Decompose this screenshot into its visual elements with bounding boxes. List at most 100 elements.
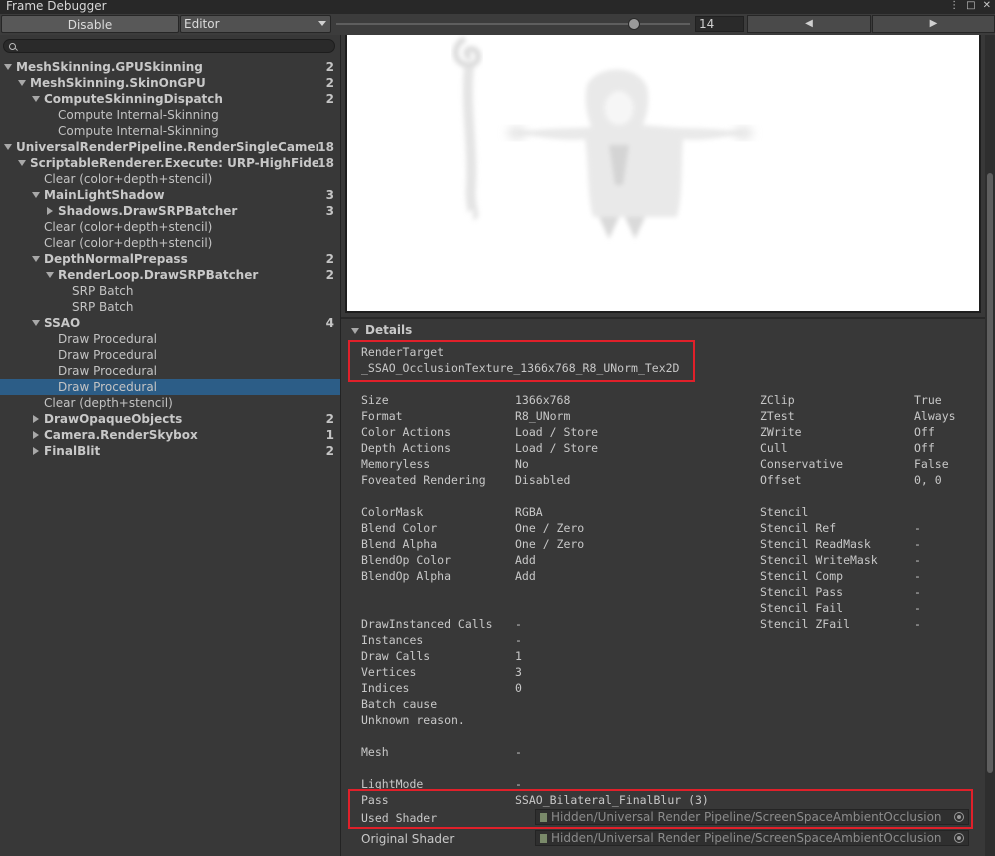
vertical-scrollbar[interactable] xyxy=(985,35,995,856)
foldout-open-icon[interactable] xyxy=(18,160,26,166)
tree-row[interactable]: Draw Procedural xyxy=(0,379,340,395)
property-value: 1366x768 xyxy=(515,393,571,407)
tree-row[interactable]: MeshSkinning.SkinOnGPU 2 xyxy=(0,75,340,91)
tree-row-count: 2 xyxy=(325,252,334,266)
foldout-closed-icon[interactable] xyxy=(33,415,39,423)
tree-row-label: RenderLoop.DrawSRPBatcher xyxy=(58,268,259,282)
tree-row-label: UniversalRenderPipeline.RenderSingleCame… xyxy=(16,140,318,154)
property-value: 3 xyxy=(515,665,522,679)
property-label: Cull xyxy=(760,441,788,455)
tree-row-label: Compute Internal-Skinning xyxy=(58,124,219,138)
original-shader-field[interactable]: Hidden/Universal Render Pipeline/ScreenS… xyxy=(535,830,969,846)
foldout-open-icon[interactable] xyxy=(18,80,26,86)
maximize-icon[interactable]: □ xyxy=(966,0,975,14)
tree-row-label: Clear (color+depth+stencil) xyxy=(44,172,213,186)
tree-row-label: MeshSkinning.SkinOnGPU xyxy=(30,76,206,90)
tree-row-label: Camera.RenderSkybox xyxy=(44,428,198,442)
tree-row[interactable]: Compute Internal-Skinning xyxy=(0,107,340,123)
property-value: R8_UNorm xyxy=(515,409,571,423)
tree-row-label: Shadows.DrawSRPBatcher xyxy=(58,204,238,218)
tree-row-label: ScriptableRenderer.Execute: URP-HighFide… xyxy=(30,156,318,170)
tree-row-label: Compute Internal-Skinning xyxy=(58,108,219,122)
tree-row[interactable]: Clear (color+depth+stencil) xyxy=(0,171,340,187)
foldout-closed-icon[interactable] xyxy=(47,207,53,215)
render-preview xyxy=(347,35,979,311)
previous-event-button[interactable]: ◀ xyxy=(747,15,871,33)
tree-row[interactable]: MeshSkinning.GPUSkinning 2 xyxy=(0,59,340,75)
tree-row-label: MainLightShadow xyxy=(44,188,165,202)
tree-row[interactable]: MainLightShadow 3 xyxy=(0,187,340,203)
tree-row[interactable]: Shadows.DrawSRPBatcher 3 xyxy=(0,203,340,219)
tree-row-label: Clear (color+depth+stencil) xyxy=(44,220,213,234)
property-value: True xyxy=(914,393,942,407)
tree-row-count: 2 xyxy=(325,76,334,90)
tree-row[interactable]: Clear (color+depth+stencil) xyxy=(0,235,340,251)
property-value: 1 xyxy=(515,649,522,663)
foldout-open-icon[interactable] xyxy=(32,192,40,198)
tree-row-label: SRP Batch xyxy=(72,300,134,314)
event-index-field[interactable]: 14 xyxy=(695,16,744,32)
tree-row[interactable]: DrawOpaqueObjects 2 xyxy=(0,411,340,427)
property-label: ZWrite xyxy=(760,425,802,439)
tree-row[interactable]: UniversalRenderPipeline.RenderSingleCame… xyxy=(0,139,340,155)
foldout-open-icon[interactable] xyxy=(32,320,40,326)
tree-row-count: 2 xyxy=(325,412,334,426)
mesh-label: Mesh xyxy=(361,745,389,759)
arrow-right-icon: ▶ xyxy=(929,18,938,29)
tree-row[interactable]: Draw Procedural xyxy=(0,363,340,379)
foldout-open-icon[interactable] xyxy=(46,272,54,278)
next-event-button[interactable]: ▶ xyxy=(872,15,995,33)
tree-row-count: 18 xyxy=(317,140,334,154)
tree-row[interactable]: DepthNormalPrepass 2 xyxy=(0,251,340,267)
property-label: Blend Color xyxy=(361,521,438,535)
tree-row-label: Clear (color+depth+stencil) xyxy=(44,236,213,250)
tree-row[interactable]: SRP Batch xyxy=(0,283,340,299)
tree-row[interactable]: Clear (color+depth+stencil) xyxy=(0,219,340,235)
tree-row[interactable]: Draw Procedural xyxy=(0,347,340,363)
property-value: - xyxy=(914,553,921,567)
tree-row[interactable]: ScriptableRenderer.Execute: URP-HighFide… xyxy=(0,155,340,171)
tree-row-count: 2 xyxy=(325,60,334,74)
tree-row-label: FinalBlit xyxy=(44,444,101,458)
property-value: - xyxy=(914,585,921,599)
property-label: ZTest xyxy=(760,409,795,423)
property-label: Vertices xyxy=(361,665,417,679)
property-label: Blend Alpha xyxy=(361,537,438,551)
window-title[interactable]: Frame Debugger xyxy=(0,0,113,14)
property-value: Off xyxy=(914,425,935,439)
tree-row[interactable]: Camera.RenderSkybox 1 xyxy=(0,427,340,443)
property-label: BlendOp Color xyxy=(361,553,452,567)
preview-frame xyxy=(345,35,981,313)
property-label: Conservative xyxy=(760,457,844,471)
tree-row-count: 4 xyxy=(325,316,334,330)
foldout-open-icon[interactable] xyxy=(4,64,12,70)
vertical-scrollbar-thumb[interactable] xyxy=(987,173,993,773)
tree-row[interactable]: SRP Batch xyxy=(0,299,340,315)
more-icon[interactable]: ⋮ xyxy=(949,0,959,14)
title-bar: Frame Debugger ⋮ □ ✕ xyxy=(0,0,995,14)
disable-button[interactable]: Disable xyxy=(1,15,179,33)
foldout-closed-icon[interactable] xyxy=(33,447,39,455)
tree-row[interactable]: Compute Internal-Skinning xyxy=(0,123,340,139)
tree-row[interactable]: Clear (depth+stencil) xyxy=(0,395,340,411)
target-dropdown-label: Editor xyxy=(184,17,220,31)
tree-row[interactable]: Draw Procedural xyxy=(0,331,340,347)
target-dropdown[interactable]: Editor xyxy=(180,15,331,33)
property-label: Draw Calls xyxy=(361,649,431,663)
tree-row-label: DrawOpaqueObjects xyxy=(44,412,183,426)
property-label: Foveated Rendering xyxy=(361,473,486,487)
event-slider-thumb[interactable] xyxy=(628,18,641,30)
property-label: Depth Actions xyxy=(361,441,452,455)
foldout-open-icon[interactable] xyxy=(32,256,40,262)
search-input[interactable] xyxy=(3,39,335,53)
mesh-value: - xyxy=(515,745,522,759)
tree-row[interactable]: RenderLoop.DrawSRPBatcher 2 xyxy=(0,267,340,283)
object-picker-icon[interactable] xyxy=(954,833,964,843)
tree-row[interactable]: SSAO 4 xyxy=(0,315,340,331)
foldout-open-icon[interactable] xyxy=(4,144,12,150)
foldout-open-icon[interactable] xyxy=(32,96,40,102)
tree-row[interactable]: ComputeSkinningDispatch 2 xyxy=(0,91,340,107)
tree-row[interactable]: FinalBlit 2 xyxy=(0,443,340,459)
foldout-closed-icon[interactable] xyxy=(33,431,39,439)
close-icon[interactable]: ✕ xyxy=(983,0,991,14)
